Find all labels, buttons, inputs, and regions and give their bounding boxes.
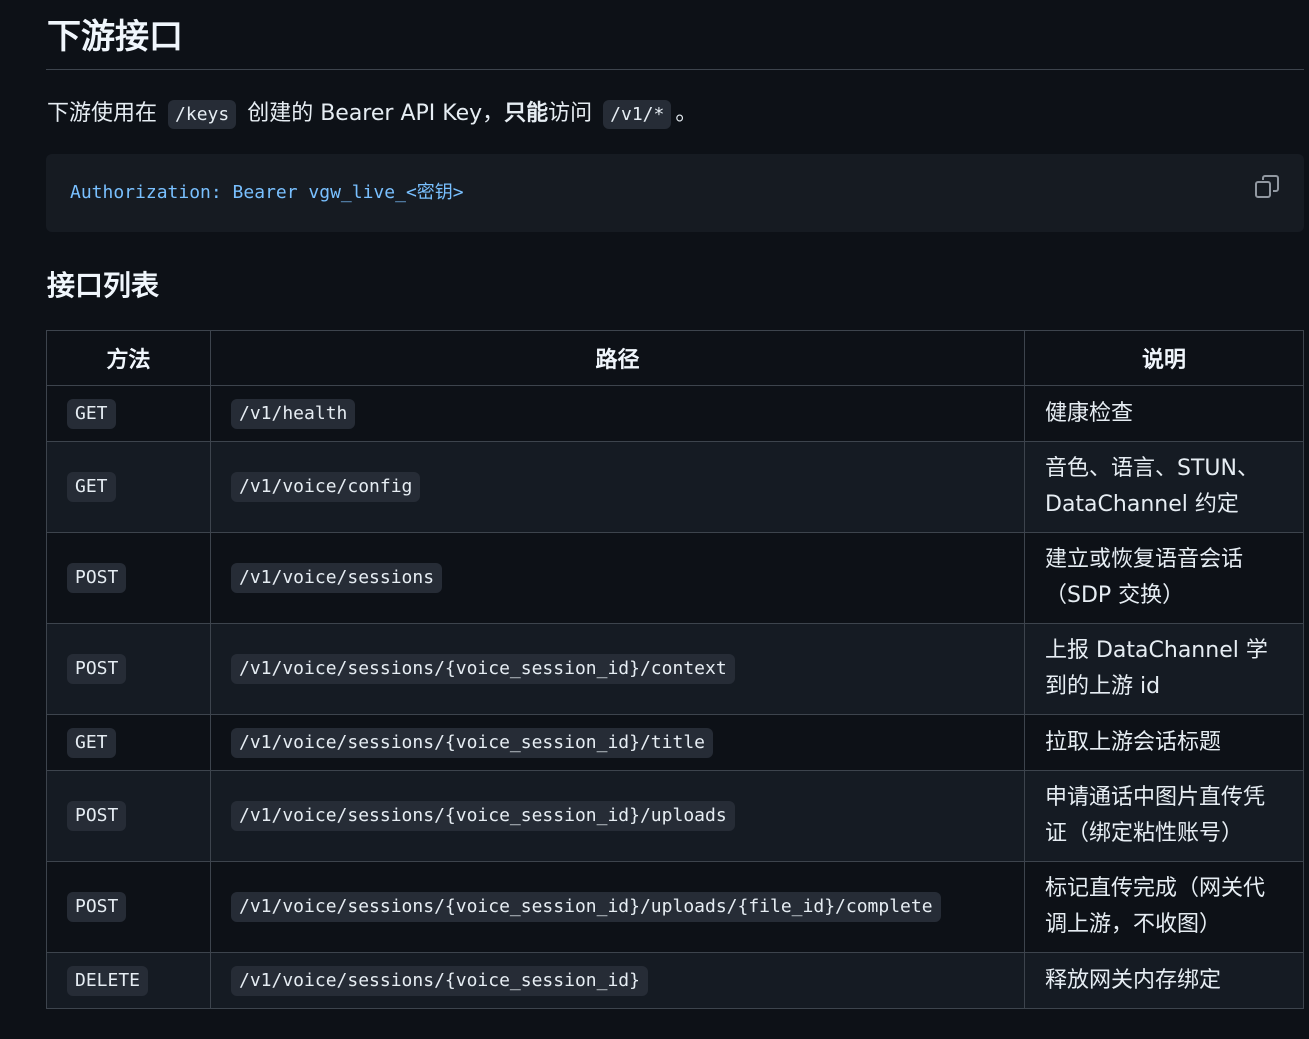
auth-header-key: Authorization: — [70, 182, 222, 203]
intro-bold-text: 只能 — [504, 101, 549, 126]
method-cell: GET — [46, 441, 211, 533]
endpoint-table: 方法 路径 说明 GET /v1/health 健康检查 GET /v1/voi… — [46, 330, 1304, 1009]
table-row: GET /v1/health 健康检查 — [46, 385, 1304, 442]
table-row: GET /v1/voice/sessions/{voice_session_id… — [46, 714, 1304, 771]
intro-text-2: 创建的 Bearer API Key， — [247, 101, 505, 126]
table-row: POST /v1/voice/sessions/{voice_session_i… — [46, 623, 1304, 715]
path-code: /v1/voice/sessions/{voice_session_id}/ti… — [231, 727, 713, 758]
method-cell: POST — [46, 861, 211, 953]
method-code: POST — [67, 563, 127, 593]
path-code: /v1/health — [231, 398, 356, 429]
description-cell: 音色、语言、STUN、DataChannel 约定 — [1024, 441, 1304, 533]
method-code: POST — [67, 892, 127, 922]
path-cell: /v1/voice/sessions/{voice_session_id}/up… — [210, 770, 1025, 862]
keys-inline-code: /keys — [168, 100, 237, 129]
intro-text-4: 。 — [675, 101, 698, 126]
description-cell: 释放网关内存绑定 — [1024, 952, 1304, 1009]
method-cell: POST — [46, 623, 211, 715]
table-header-row: 方法 路径 说明 — [46, 330, 1304, 386]
v1-inline-code: /v1/* — [603, 100, 672, 129]
header-description: 说明 — [1024, 330, 1304, 386]
description-cell: 拉取上游会话标题 — [1024, 714, 1304, 771]
auth-code-block: Authorization: Bearer vgw_live_<密钥> — [46, 154, 1304, 232]
path-code: /v1/voice/sessions/{voice_session_id}/co… — [231, 654, 735, 684]
path-code: /v1/voice/config — [231, 472, 421, 502]
method-code: POST — [67, 801, 127, 831]
path-cell: /v1/health — [210, 385, 1025, 442]
path-code: /v1/voice/sessions/{voice_session_id}/up… — [231, 801, 735, 831]
description-cell: 标记直传完成（网关代调上游，不收图） — [1024, 861, 1304, 953]
path-cell: /v1/voice/sessions/{voice_session_id} — [210, 952, 1025, 1009]
method-cell: GET — [46, 714, 211, 771]
header-path: 路径 — [210, 330, 1025, 386]
path-cell: /v1/voice/sessions/{voice_session_id}/co… — [210, 623, 1025, 715]
copy-icon — [1255, 175, 1279, 198]
intro-text-3: 访问 — [548, 101, 593, 126]
method-code: GET — [67, 727, 116, 758]
description-cell: 上报 DataChannel 学到的上游 id — [1024, 623, 1304, 715]
table-row: POST /v1/voice/sessions/{voice_session_i… — [46, 770, 1304, 862]
heading-divider — [46, 69, 1304, 70]
copy-button[interactable] — [1254, 174, 1280, 200]
description-cell: 申请通话中图片直传凭证（绑定粘性账号） — [1024, 770, 1304, 862]
method-cell: POST — [46, 532, 211, 624]
method-cell: DELETE — [46, 952, 211, 1009]
path-cell: /v1/voice/config — [210, 441, 1025, 533]
method-code: POST — [67, 654, 127, 684]
path-code: /v1/voice/sessions/{voice_session_id}/up… — [231, 892, 941, 922]
auth-header-value: Bearer vgw_live_<密钥> — [221, 182, 464, 203]
table-row: POST /v1/voice/sessions/{voice_session_i… — [46, 861, 1304, 953]
readme-page: 下游接口 下游使用在 /keys 创建的 Bearer API Key，只能访问… — [0, 0, 1309, 1039]
header-method: 方法 — [46, 330, 211, 386]
path-cell: /v1/voice/sessions/{voice_session_id}/up… — [210, 861, 1025, 953]
method-cell: POST — [46, 770, 211, 862]
method-cell: GET — [46, 385, 211, 442]
method-code: GET — [67, 472, 116, 502]
table-row: POST /v1/voice/sessions 建立或恢复语音会话（SDP 交换… — [46, 532, 1304, 624]
path-code: /v1/voice/sessions/{voice_session_id} — [231, 965, 648, 996]
intro-text-1: 下游使用在 — [47, 101, 158, 126]
description-cell: 建立或恢复语音会话（SDP 交换） — [1024, 532, 1304, 624]
path-code: /v1/voice/sessions — [231, 563, 443, 593]
table-row: DELETE /v1/voice/sessions/{voice_session… — [46, 952, 1304, 1009]
auth-code-line: Authorization: Bearer vgw_live_<密钥> — [70, 180, 464, 206]
table-row: GET /v1/voice/config 音色、语言、STUN、DataChan… — [46, 441, 1304, 533]
intro-paragraph: 下游使用在 /keys 创建的 Bearer API Key，只能访问 /v1/… — [47, 96, 697, 133]
path-cell: /v1/voice/sessions — [210, 532, 1025, 624]
page-title: 下游接口 — [47, 17, 183, 57]
section-title: 接口列表 — [47, 269, 160, 302]
path-cell: /v1/voice/sessions/{voice_session_id}/ti… — [210, 714, 1025, 771]
method-code: DELETE — [67, 965, 149, 996]
method-code: GET — [67, 398, 116, 429]
description-cell: 健康检查 — [1024, 385, 1304, 442]
